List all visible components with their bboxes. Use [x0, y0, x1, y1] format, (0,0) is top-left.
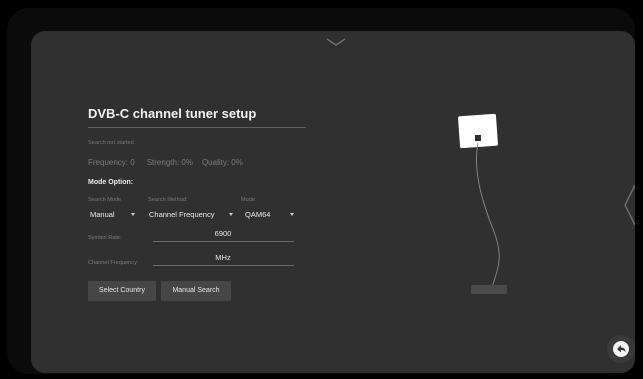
- mode-label: Mode:: [241, 197, 257, 203]
- quality-readout: Quality: 0%: [201, 158, 243, 167]
- dropdown-arrow-icon: [229, 213, 233, 216]
- dropdown-arrow-icon: [290, 213, 294, 216]
- back-button[interactable]: [607, 335, 635, 363]
- title-divider: [88, 127, 306, 128]
- channel-frequency-label: Channel Frequency:: [88, 260, 139, 266]
- modulation-value: QAM64: [245, 210, 271, 219]
- back-arrow-icon: [613, 341, 629, 357]
- manual-search-button[interactable]: Manual Search: [161, 281, 231, 301]
- channel-frequency-input[interactable]: MHz: [153, 253, 293, 262]
- device-frame: DVB-C channel tuner setup Search not sta…: [7, 8, 635, 374]
- channel-frequency-underline: [153, 265, 294, 266]
- search-status: Search not started: [88, 140, 134, 146]
- frequency-readout: Frequency: 0: [88, 158, 135, 167]
- search-method-label: Search Method:: [148, 197, 188, 203]
- signal-metrics: Frequency: 0 Strength: 0% Quality: 0%: [88, 158, 243, 167]
- search-method-select[interactable]: Channel Frequency: [149, 209, 241, 221]
- strength-readout: Strength: 0%: [146, 158, 193, 167]
- page-title: DVB-C channel tuner setup: [88, 106, 257, 121]
- symbol-rate-label: Symbol Rate:: [88, 235, 122, 241]
- search-mode-select[interactable]: Manual: [90, 209, 140, 221]
- search-mode-label: Search Mode: [88, 197, 122, 203]
- chevron-left-icon[interactable]: [621, 183, 635, 227]
- symbol-rate-underline: [153, 241, 294, 242]
- antenna-illustration: [458, 113, 507, 294]
- search-mode-value: Manual: [90, 210, 115, 219]
- chevron-down-icon[interactable]: [325, 37, 347, 47]
- mode-option-heading: Mode Option:: [88, 179, 134, 186]
- search-method-value: Channel Frequency: [149, 210, 215, 219]
- select-country-button[interactable]: Select Country: [88, 281, 156, 301]
- tuner-screen: DVB-C channel tuner setup Search not sta…: [31, 31, 635, 373]
- dropdown-arrow-icon: [131, 213, 135, 216]
- symbol-rate-input[interactable]: 6900: [153, 229, 293, 238]
- modulation-select[interactable]: QAM64: [245, 209, 297, 221]
